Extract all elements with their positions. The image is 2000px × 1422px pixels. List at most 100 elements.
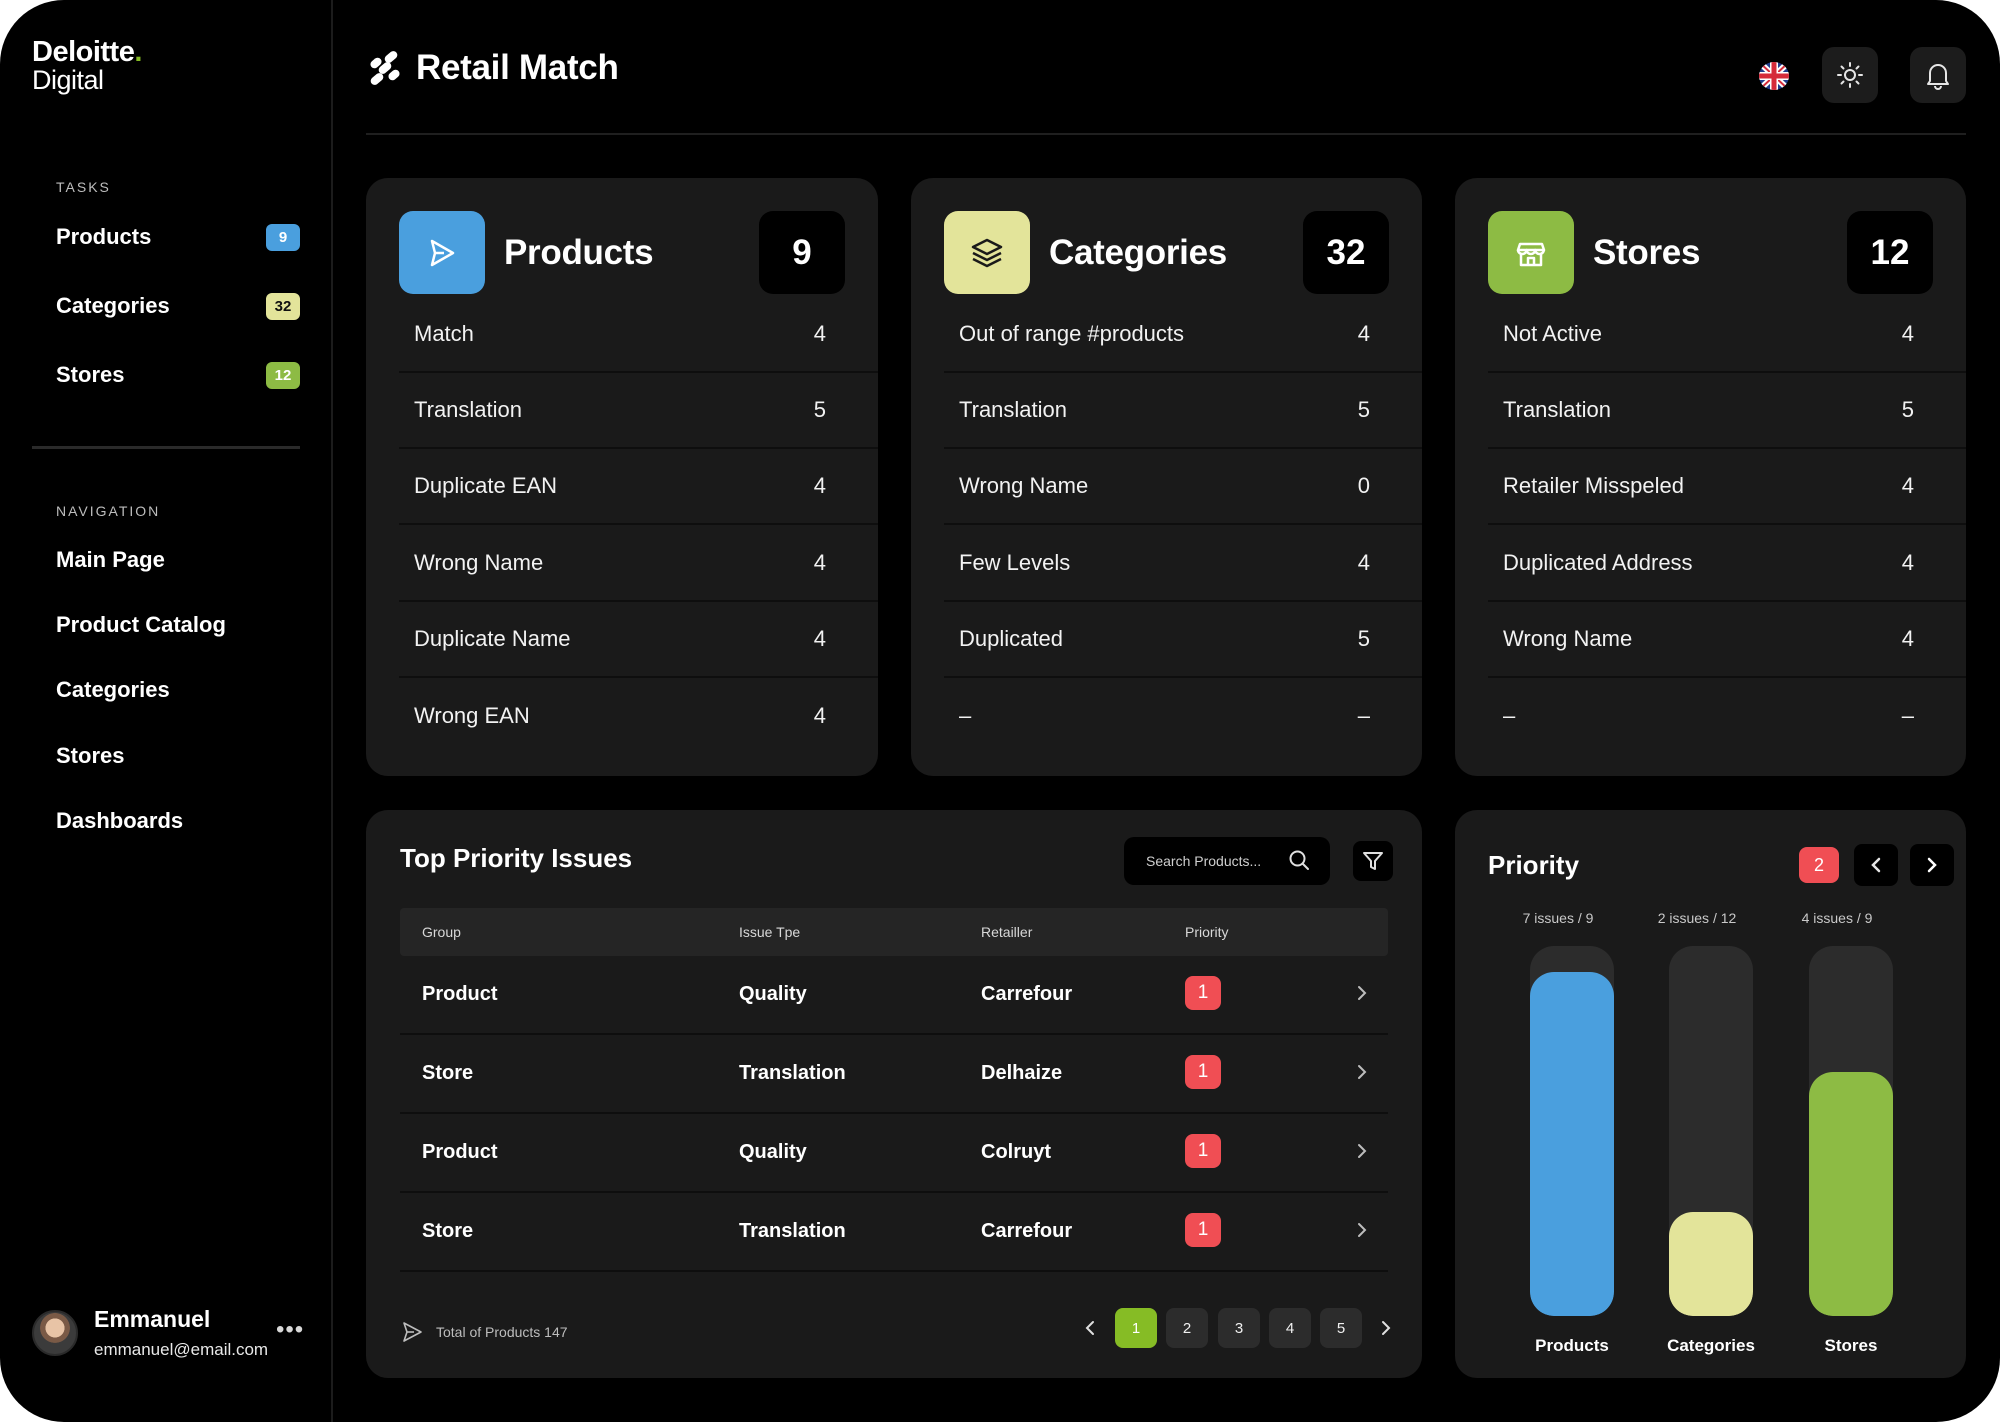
cell-group: Product (422, 983, 498, 1005)
column-header-priority[interactable]: Priority (1185, 924, 1229, 940)
issue-row[interactable]: Wrong Name 4 (1488, 602, 1966, 678)
row-value: 5 (1901, 397, 1914, 422)
table-row[interactable]: Store Translation Carrefour 1 (400, 1193, 1388, 1272)
task-count-badge: 32 (266, 292, 300, 320)
issue-row[interactable]: Duplicate EAN 4 (399, 449, 878, 525)
row-label: Wrong Name (959, 473, 1089, 498)
issue-row[interactable]: Not Active 4 (1488, 297, 1966, 373)
sun-icon (1837, 62, 1863, 88)
priority-badge: 1 (1185, 1055, 1221, 1089)
priority-prev-button[interactable] (1854, 844, 1898, 886)
cell-retailer: Colruyt (981, 1141, 1051, 1163)
task-stores[interactable]: Stores 12 (56, 358, 300, 392)
filter-icon (1363, 852, 1383, 870)
notifications-button[interactable] (1910, 47, 1966, 103)
nav-categories[interactable]: Categories (56, 677, 170, 703)
task-categories[interactable]: Categories 32 (56, 289, 300, 323)
chevron-right-icon[interactable] (1355, 1140, 1369, 1162)
chevron-right-icon (1927, 857, 1937, 873)
row-value: 5 (1357, 397, 1370, 422)
row-label: Few Levels (959, 550, 1071, 575)
bar-issues-caption: 2 issues / 12 (1637, 910, 1757, 926)
navigation-section-label: NAVIGATION (56, 503, 161, 519)
cell-group: Store (422, 1062, 474, 1084)
more-options-icon[interactable]: ••• (276, 1316, 304, 1344)
nav-product-catalog[interactable]: Product Catalog (56, 612, 226, 638)
task-products[interactable]: Products 9 (56, 220, 300, 254)
card-title: Stores (1593, 233, 1701, 272)
sidebar-divider (32, 446, 300, 449)
user-name: Emmanuel (94, 1306, 211, 1332)
logo-subtext: Digital (32, 65, 104, 95)
issues-caption-text: issues / (1530, 910, 1586, 926)
issue-row[interactable]: – – (1488, 678, 1966, 754)
page-button-5[interactable]: 5 (1320, 1308, 1362, 1348)
deloitte-digital-logo: Deloitte. Digital (32, 38, 142, 94)
issue-row[interactable]: Retailer Misspeled 4 (1488, 449, 1966, 525)
tasks-section-label: TASKS (56, 179, 111, 195)
issue-row[interactable]: Few Levels 4 (944, 526, 1422, 602)
row-label: – (959, 703, 972, 728)
issue-row[interactable]: Wrong EAN 4 (399, 678, 878, 754)
chevron-right-icon[interactable] (1355, 982, 1369, 1004)
row-label: – (1503, 703, 1516, 728)
issue-row[interactable]: Duplicated 5 (944, 602, 1422, 678)
row-label: Wrong Name (414, 550, 544, 575)
column-header-issue-type[interactable]: Issue Tpe (739, 924, 800, 940)
issue-row[interactable]: – – (944, 678, 1422, 754)
row-label: Retailer Misspeled (1503, 473, 1684, 498)
page-button-4[interactable]: 4 (1269, 1308, 1311, 1348)
page-button-3[interactable]: 3 (1218, 1308, 1260, 1348)
theme-toggle-button[interactable] (1822, 47, 1878, 103)
issue-row[interactable]: Duplicate Name 4 (399, 602, 878, 678)
table-row[interactable]: Product Quality Colruyt 1 (400, 1114, 1388, 1193)
nav-dashboards[interactable]: Dashboards (56, 808, 183, 834)
card-count: 32 (1303, 211, 1389, 294)
row-value: 4 (1901, 473, 1914, 498)
issue-row[interactable]: Wrong Name 0 (944, 449, 1422, 525)
issue-row[interactable]: Match 4 (399, 297, 878, 373)
priority-badge: 1 (1185, 1134, 1221, 1168)
column-header-group[interactable]: Group (422, 924, 461, 940)
uk-flag-icon[interactable] (1759, 62, 1789, 90)
bar-label: Stores (1824, 1336, 1878, 1355)
issue-row[interactable]: Translation 5 (944, 373, 1422, 449)
user-profile[interactable]: Emmanuel emmanuel@email.com ••• (32, 1306, 322, 1366)
previous-page-icon[interactable] (1082, 1316, 1098, 1340)
priority-next-button[interactable] (1910, 844, 1954, 886)
cell-group: Product (422, 1141, 498, 1163)
stores-card-icon (1488, 211, 1574, 294)
issue-row[interactable]: Translation 5 (1488, 373, 1966, 449)
row-label: Duplicate EAN (414, 473, 558, 498)
total-products-text: Total of Products 147 (436, 1324, 568, 1340)
issues-total: 9 (1585, 910, 1594, 926)
task-count-badge: 12 (266, 361, 300, 389)
issue-row[interactable]: Wrong Name 4 (399, 526, 878, 602)
row-value: 4 (813, 626, 826, 651)
table-row[interactable]: Store Translation Delhaize 1 (400, 1035, 1388, 1114)
filter-button[interactable] (1353, 841, 1393, 881)
chevron-right-icon[interactable] (1355, 1061, 1369, 1083)
page-button-1[interactable]: 1 (1115, 1308, 1157, 1348)
next-page-icon[interactable] (1378, 1316, 1394, 1340)
issue-row[interactable]: Translation 5 (399, 373, 878, 449)
column-header-retailer[interactable]: Retailler (981, 924, 1032, 940)
issue-row[interactable]: Duplicated Address 4 (1488, 526, 1966, 602)
row-value: – (1357, 703, 1370, 728)
issue-row[interactable]: Out of range #products 4 (944, 297, 1422, 373)
search-input[interactable]: Search Products... (1124, 837, 1330, 885)
nav-main-page[interactable]: Main Page (56, 547, 165, 573)
nav-stores[interactable]: Stores (56, 743, 124, 769)
priority-count-badge: 2 (1799, 847, 1839, 883)
table-row[interactable]: Product Quality Carrefour 1 (400, 956, 1388, 1035)
bar-track (1669, 946, 1753, 1316)
cell-issue-type: Translation (739, 1062, 846, 1084)
task-label: Products (56, 224, 152, 249)
row-label: Out of range #products (959, 321, 1185, 346)
bar-track (1530, 946, 1614, 1316)
bar-issues-caption: 7 issues / 9 (1498, 910, 1618, 926)
search-placeholder: Search Products... (1146, 853, 1262, 869)
chevron-right-icon[interactable] (1355, 1219, 1369, 1241)
page-button-2[interactable]: 2 (1166, 1308, 1208, 1348)
cell-issue-type: Quality (739, 1141, 807, 1163)
